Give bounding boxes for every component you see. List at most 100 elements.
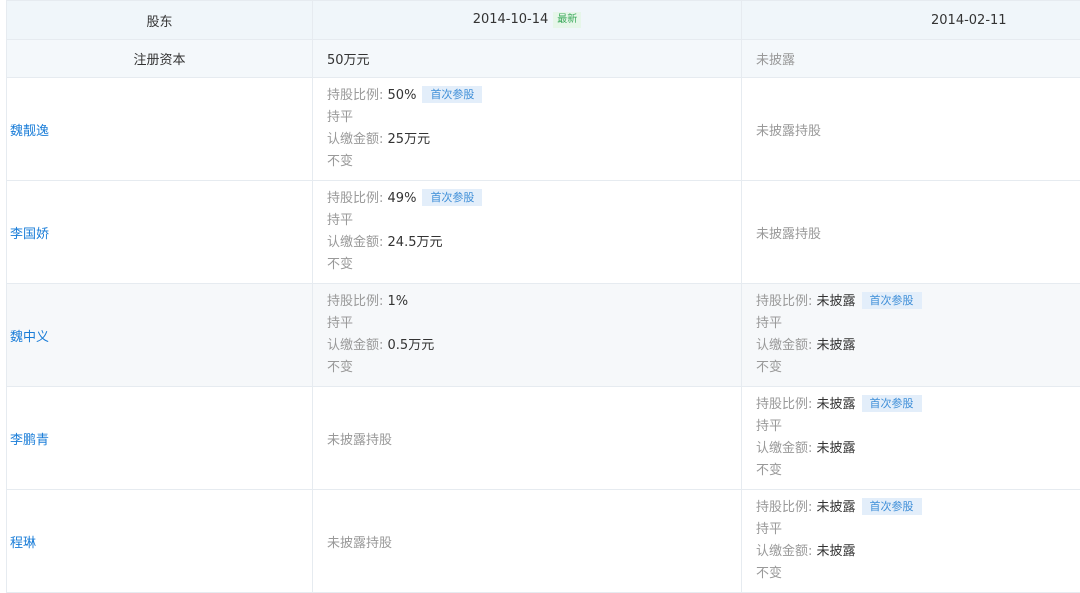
latest-badge: 最新 xyxy=(553,12,582,28)
shareholder-row: 李鹏青 未披露持股 持股比例: 未披露 首次参股 持平 认缴金额: 未披露 不变 xyxy=(6,386,1080,490)
p2-holding-details: 未披露持股 xyxy=(742,223,1080,242)
ratio-line: 持股比例: 49% 首次参股 xyxy=(327,188,741,210)
shareholder-name-cell: 程琳 xyxy=(6,489,313,593)
p2-holding-details: 持股比例: 未披露 首次参股 持平 认缴金额: 未披露 不变 xyxy=(742,497,1080,585)
p1-holding-cell: 未披露持股 xyxy=(312,386,742,490)
first-investment-badge: 首次参股 xyxy=(861,395,922,412)
ratio-label: 持股比例: xyxy=(327,88,384,103)
ratio-value: 未披露 xyxy=(816,500,856,515)
ratio-line: 持股比例: 50% 首次参股 xyxy=(327,85,741,107)
amount-line: 认缴金额: 未披露 xyxy=(756,335,1080,357)
ratio-line: 持股比例: 未披露 首次参股 xyxy=(756,291,1080,313)
undisclosed-holding-text: 未披露持股 xyxy=(756,123,822,139)
p1-holding-details: 持股比例: 49% 首次参股持平认缴金额: 24.5万元不变 xyxy=(313,188,741,276)
ratio-value: 未披露 xyxy=(816,397,856,412)
ratio-value: 1% xyxy=(387,294,409,309)
shareholder-row: 魏靓逸 持股比例: 50% 首次参股持平认缴金额: 25万元不变 未披露持股 xyxy=(6,77,1080,181)
amount-change-text: 不变 xyxy=(327,257,354,272)
registered-capital-row: 注册资本 50万元 未披露 xyxy=(6,39,1080,78)
ratio-value: 未披露 xyxy=(816,294,856,309)
p2-holding-cell: 持股比例: 未披露 首次参股 持平 认缴金额: 未披露 不变 xyxy=(741,283,1080,387)
first-investment-badge: 首次参股 xyxy=(861,498,922,515)
amount-label: 认缴金额: xyxy=(756,544,813,559)
ratio-label: 持股比例: xyxy=(756,397,813,412)
amount-value: 未披露 xyxy=(816,544,856,559)
amount-change-text: 不变 xyxy=(756,360,783,375)
ratio-label: 持股比例: xyxy=(327,191,384,206)
registered-capital-period1: 50万元 xyxy=(312,39,742,78)
amount-line: 认缴金额: 未披露 xyxy=(756,541,1080,563)
ratio-line: 持股比例: 1% xyxy=(327,291,741,313)
shareholder-column-header: 股东 xyxy=(6,0,313,40)
period1-date: 2014-10-14 xyxy=(472,12,549,27)
ratio-line: 持股比例: 未披露 首次参股 xyxy=(756,394,1080,416)
ratio-label: 持股比例: xyxy=(327,294,384,309)
registered-capital-label-cell: 注册资本 xyxy=(6,39,313,78)
ratio-label: 持股比例: xyxy=(756,294,813,309)
period2-column-header: 2014-02-11 xyxy=(741,0,1080,40)
first-investment-badge: 首次参股 xyxy=(422,86,483,103)
shareholder-name-cell: 李鹏青 xyxy=(6,386,313,490)
ratio-change-text: 持平 xyxy=(327,110,354,125)
p2-holding-details: 未披露持股 xyxy=(742,120,1080,139)
shareholder-row: 魏中义 持股比例: 1% 持平 认缴金额: 0.5万元 不变 持股比例: 未披露 首次参股持… xyxy=(6,283,1080,387)
p1-holding-details: 未披露持股 xyxy=(313,532,741,551)
first-investment-badge: 首次参股 xyxy=(422,189,483,206)
amount-line: 认缴金额: 未披露 xyxy=(756,438,1080,460)
shareholder-name-link[interactable]: 魏中义 xyxy=(10,330,49,345)
p1-holding-cell: 持股比例: 49% 首次参股持平认缴金额: 24.5万元不变 xyxy=(312,180,742,284)
p2-holding-cell: 未披露持股 xyxy=(741,77,1080,181)
shareholder-name-cell: 魏中义 xyxy=(6,283,313,387)
undisclosed-holding-text: 未披露持股 xyxy=(327,432,393,448)
shareholder-name-link[interactable]: 程琳 xyxy=(10,536,36,551)
shareholder-name-link[interactable]: 李鹏青 xyxy=(10,433,49,448)
amount-value: 24.5万元 xyxy=(387,235,443,250)
ratio-label: 持股比例: xyxy=(756,500,813,515)
amount-change-text: 不变 xyxy=(327,360,354,375)
p2-holding-cell: 持股比例: 未披露 首次参股 持平 认缴金额: 未披露 不变 xyxy=(741,386,1080,490)
amount-label: 认缴金额: xyxy=(327,338,384,353)
p1-holding-cell: 持股比例: 50% 首次参股持平认缴金额: 25万元不变 xyxy=(312,77,742,181)
undisclosed-holding-text: 未披露持股 xyxy=(756,226,822,242)
p1-holding-details: 持股比例: 50% 首次参股持平认缴金额: 25万元不变 xyxy=(313,85,741,173)
amount-label: 认缴金额: xyxy=(327,235,384,250)
amount-line: 认缴金额: 24.5万元 xyxy=(327,232,741,254)
ratio-change-text: 持平 xyxy=(756,316,783,331)
p2-holding-cell: 持股比例: 未披露 首次参股 持平 认缴金额: 未披露 不变 xyxy=(741,489,1080,593)
shareholder-history-table-container: 股东 2014-10-14 最新 2014-02-11 注册资本 50万元 未披露… xyxy=(6,0,1080,593)
amount-label: 认缴金额: xyxy=(756,338,813,353)
period2-date: 2014-02-11 xyxy=(931,12,1007,28)
p1-holding-details: 未披露持股 xyxy=(313,429,741,448)
amount-change-text: 不变 xyxy=(327,154,354,169)
ratio-change-text: 持平 xyxy=(327,213,354,228)
ratio-line: 持股比例: 未披露 首次参股 xyxy=(756,497,1080,519)
p1-holding-details: 持股比例: 1% 持平认缴金额: 0.5万元不变 xyxy=(313,291,741,379)
amount-line: 认缴金额: 0.5万元 xyxy=(327,335,741,357)
ratio-value: 49% xyxy=(387,191,417,206)
undisclosed-holding-text: 未披露持股 xyxy=(327,535,393,551)
ratio-value: 50% xyxy=(387,88,417,103)
amount-value: 未披露 xyxy=(816,338,856,353)
shareholder-row: 李国娇 持股比例: 49% 首次参股持平认缴金额: 24.5万元不变 未披露持股 xyxy=(6,180,1080,284)
shareholder-column-label: 股东 xyxy=(146,14,173,30)
first-investment-badge: 首次参股 xyxy=(861,292,922,309)
p1-holding-cell: 持股比例: 1% 持平认缴金额: 0.5万元不变 xyxy=(312,283,742,387)
ratio-change-text: 持平 xyxy=(756,419,783,434)
shareholder-name-cell: 魏靓逸 xyxy=(6,77,313,181)
p2-holding-details: 持股比例: 未披露 首次参股 持平 认缴金额: 未披露 不变 xyxy=(742,291,1080,379)
shareholder-name-link[interactable]: 李国娇 xyxy=(10,227,49,242)
shareholder-history-table: 股东 2014-10-14 最新 2014-02-11 注册资本 50万元 未披露… xyxy=(6,0,1080,593)
shareholder-row: 程琳 未披露持股 持股比例: 未披露 首次参股 持平 认缴金额: 未披露 不变 xyxy=(6,489,1080,593)
amount-value: 未披露 xyxy=(816,441,856,456)
registered-capital-label: 注册资本 xyxy=(133,53,186,68)
amount-line: 认缴金额: 25万元 xyxy=(327,129,741,151)
amount-change-text: 不变 xyxy=(756,463,783,478)
amount-change-text: 不变 xyxy=(756,566,783,581)
ratio-change-text: 持平 xyxy=(327,316,354,331)
registered-capital-period2: 未披露 xyxy=(741,39,1080,78)
shareholder-name-link[interactable]: 魏靓逸 xyxy=(10,124,49,139)
amount-value: 25万元 xyxy=(387,132,431,147)
p2-holding-cell: 未披露持股 xyxy=(741,180,1080,284)
p2-holding-details: 持股比例: 未披露 首次参股 持平 认缴金额: 未披露 不变 xyxy=(742,394,1080,482)
shareholder-name-cell: 李国娇 xyxy=(6,180,313,284)
